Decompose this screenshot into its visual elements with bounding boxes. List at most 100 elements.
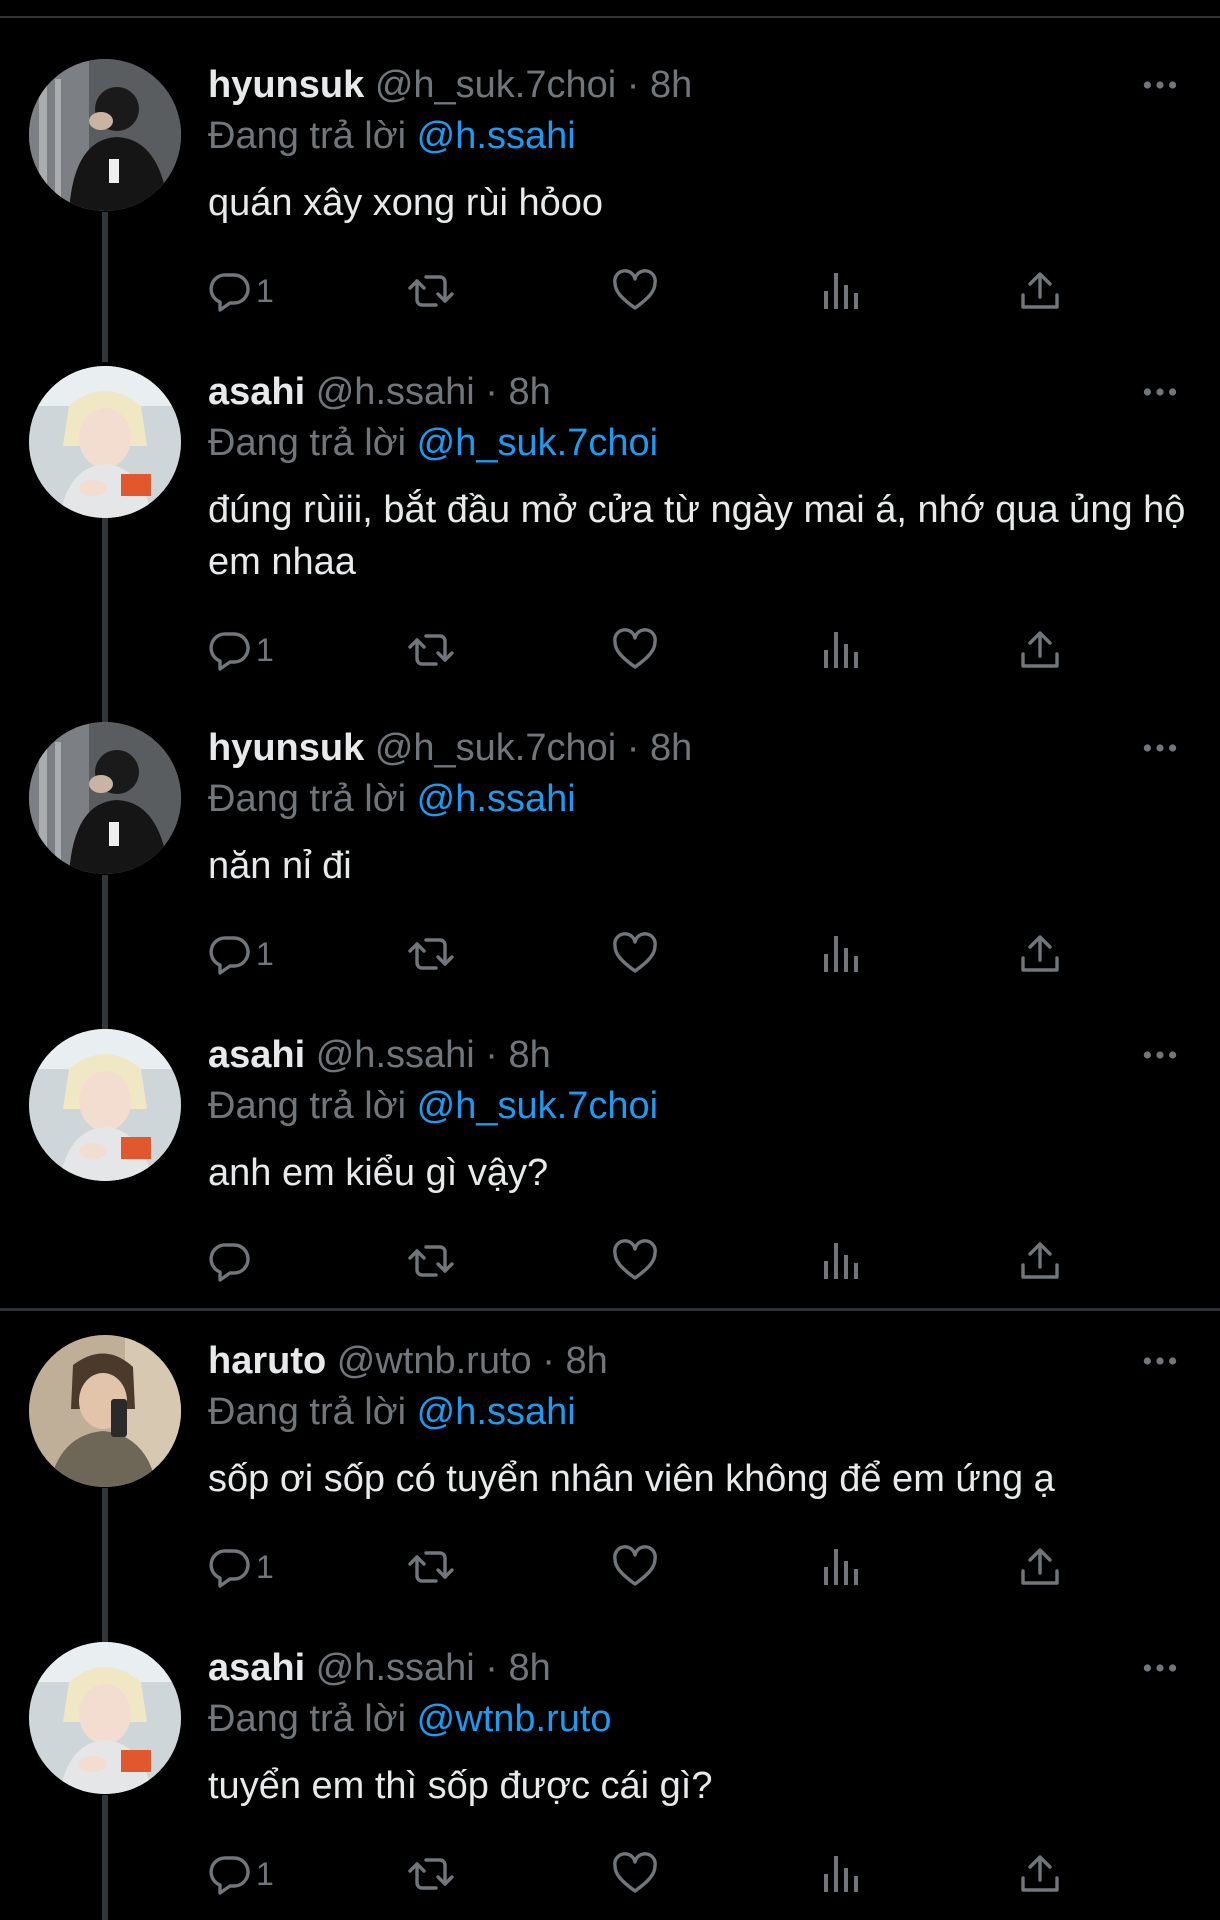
- like-button[interactable]: [611, 1541, 659, 1593]
- replying-to-label: Đang trả lời: [208, 422, 407, 464]
- more-options-icon[interactable]: [1140, 1029, 1180, 1081]
- avatar[interactable]: [29, 59, 181, 211]
- views-bar-chart-icon: [820, 628, 864, 672]
- share-button[interactable]: [1018, 1235, 1062, 1287]
- retweet-icon: [406, 1239, 456, 1283]
- like-button[interactable]: [611, 1848, 659, 1900]
- share-button[interactable]: [1018, 624, 1062, 676]
- retweet-icon: [406, 1852, 456, 1896]
- action-bar: 1: [208, 1541, 1108, 1593]
- mention-link[interactable]: @h_suk.7choi: [417, 422, 658, 464]
- share-upload-icon: [1018, 628, 1062, 672]
- replying-to: Đang trả lời @h.ssahi: [208, 1388, 576, 1436]
- display-name[interactable]: haruto: [208, 1340, 326, 1382]
- like-button[interactable]: [611, 1235, 659, 1287]
- tweet-header: hyunsuk @h_suk.7choi · 8h: [208, 722, 692, 774]
- tweet-header: asahi @h.ssahi · 8h: [208, 1642, 551, 1694]
- tweet[interactable]: asahi @h.ssahi · 8h Đang trả lời @wtnb.r…: [0, 1642, 1220, 1887]
- tweet[interactable]: asahi @h.ssahi · 8h Đang trả lời @h_suk.…: [0, 1029, 1220, 1274]
- reply-button[interactable]: [208, 1235, 256, 1287]
- retweet-button[interactable]: [406, 1235, 456, 1287]
- display-name[interactable]: asahi: [208, 1034, 305, 1076]
- retweet-button[interactable]: [406, 1541, 456, 1593]
- reply-bubble-icon: [208, 269, 252, 313]
- timestamp[interactable]: 8h: [509, 1647, 551, 1689]
- share-button[interactable]: [1018, 1541, 1062, 1593]
- heart-icon: [611, 932, 659, 976]
- retweet-icon: [406, 628, 456, 672]
- tweet[interactable]: hyunsuk @h_suk.7choi · 8h Đang trả lời @…: [0, 59, 1220, 304]
- more-options-icon[interactable]: [1140, 59, 1180, 111]
- separator-dot: ·: [626, 727, 640, 769]
- separator-dot: ·: [626, 64, 640, 106]
- timestamp[interactable]: 8h: [565, 1340, 607, 1382]
- retweet-icon: [406, 932, 456, 976]
- heart-icon: [611, 1852, 659, 1896]
- avatar[interactable]: [29, 1029, 181, 1181]
- tweet[interactable]: asahi @h.ssahi · 8h Đang trả lời @h_suk.…: [0, 366, 1220, 666]
- retweet-button[interactable]: [406, 1848, 456, 1900]
- user-handle[interactable]: @h_suk.7choi: [375, 727, 616, 769]
- avatar[interactable]: [29, 366, 181, 518]
- more-options-icon[interactable]: [1140, 1642, 1180, 1694]
- mention-link[interactable]: @h.ssahi: [417, 778, 576, 820]
- replying-to-label: Đang trả lời: [208, 1085, 407, 1127]
- reply-count: 1: [256, 1548, 274, 1585]
- timestamp[interactable]: 8h: [509, 1034, 551, 1076]
- reply-button[interactable]: 1: [208, 928, 274, 980]
- views-button[interactable]: [820, 1541, 864, 1593]
- reply-bubble-icon: [208, 1239, 252, 1283]
- views-bar-chart-icon: [820, 1545, 864, 1589]
- mention-link[interactable]: @h_suk.7choi: [417, 1085, 658, 1127]
- avatar[interactable]: [29, 1642, 181, 1794]
- reply-count: 1: [256, 935, 274, 972]
- retweet-button[interactable]: [406, 624, 456, 676]
- user-handle[interactable]: @wtnb.ruto: [337, 1340, 532, 1382]
- heart-icon: [611, 628, 659, 672]
- mention-link[interactable]: @h.ssahi: [417, 115, 576, 157]
- heart-icon: [611, 1239, 659, 1283]
- views-button[interactable]: [820, 1235, 864, 1287]
- separator-dot: ·: [485, 371, 498, 413]
- views-button[interactable]: [820, 928, 864, 980]
- tweet[interactable]: haruto @wtnb.ruto · 8h Đang trả lời @h.s…: [0, 1335, 1220, 1580]
- action-bar: 1: [208, 265, 1108, 317]
- heart-icon: [611, 269, 659, 313]
- tweet[interactable]: hyunsuk @h_suk.7choi · 8h Đang trả lời @…: [0, 722, 1220, 967]
- display-name[interactable]: hyunsuk: [208, 727, 364, 769]
- reply-button[interactable]: 1: [208, 624, 274, 676]
- like-button[interactable]: [611, 928, 659, 980]
- user-handle[interactable]: @h.ssahi: [316, 1647, 475, 1689]
- retweet-button[interactable]: [406, 928, 456, 980]
- user-handle[interactable]: @h.ssahi: [316, 371, 475, 413]
- reply-button[interactable]: 1: [208, 1848, 274, 1900]
- views-button[interactable]: [820, 1848, 864, 1900]
- timestamp[interactable]: 8h: [509, 371, 551, 413]
- share-button[interactable]: [1018, 1848, 1062, 1900]
- display-name[interactable]: hyunsuk: [208, 64, 364, 106]
- views-button[interactable]: [820, 624, 864, 676]
- timestamp[interactable]: 8h: [650, 727, 692, 769]
- more-options-icon[interactable]: [1140, 722, 1180, 774]
- more-options-icon[interactable]: [1140, 1335, 1180, 1387]
- display-name[interactable]: asahi: [208, 371, 305, 413]
- like-button[interactable]: [611, 265, 659, 317]
- share-button[interactable]: [1018, 928, 1062, 980]
- reply-button[interactable]: 1: [208, 265, 274, 317]
- reply-button[interactable]: 1: [208, 1541, 274, 1593]
- user-handle[interactable]: @h_suk.7choi: [375, 64, 616, 106]
- more-options-icon[interactable]: [1140, 366, 1180, 418]
- views-bar-chart-icon: [820, 1239, 864, 1283]
- views-button[interactable]: [820, 265, 864, 317]
- retweet-button[interactable]: [406, 265, 456, 317]
- user-handle[interactable]: @h.ssahi: [316, 1034, 475, 1076]
- timestamp[interactable]: 8h: [650, 64, 692, 106]
- share-upload-icon: [1018, 1852, 1062, 1896]
- like-button[interactable]: [611, 624, 659, 676]
- share-button[interactable]: [1018, 265, 1062, 317]
- avatar[interactable]: [29, 722, 181, 874]
- mention-link[interactable]: @wtnb.ruto: [417, 1698, 612, 1740]
- mention-link[interactable]: @h.ssahi: [417, 1391, 576, 1433]
- display-name[interactable]: asahi: [208, 1647, 305, 1689]
- avatar[interactable]: [29, 1335, 181, 1487]
